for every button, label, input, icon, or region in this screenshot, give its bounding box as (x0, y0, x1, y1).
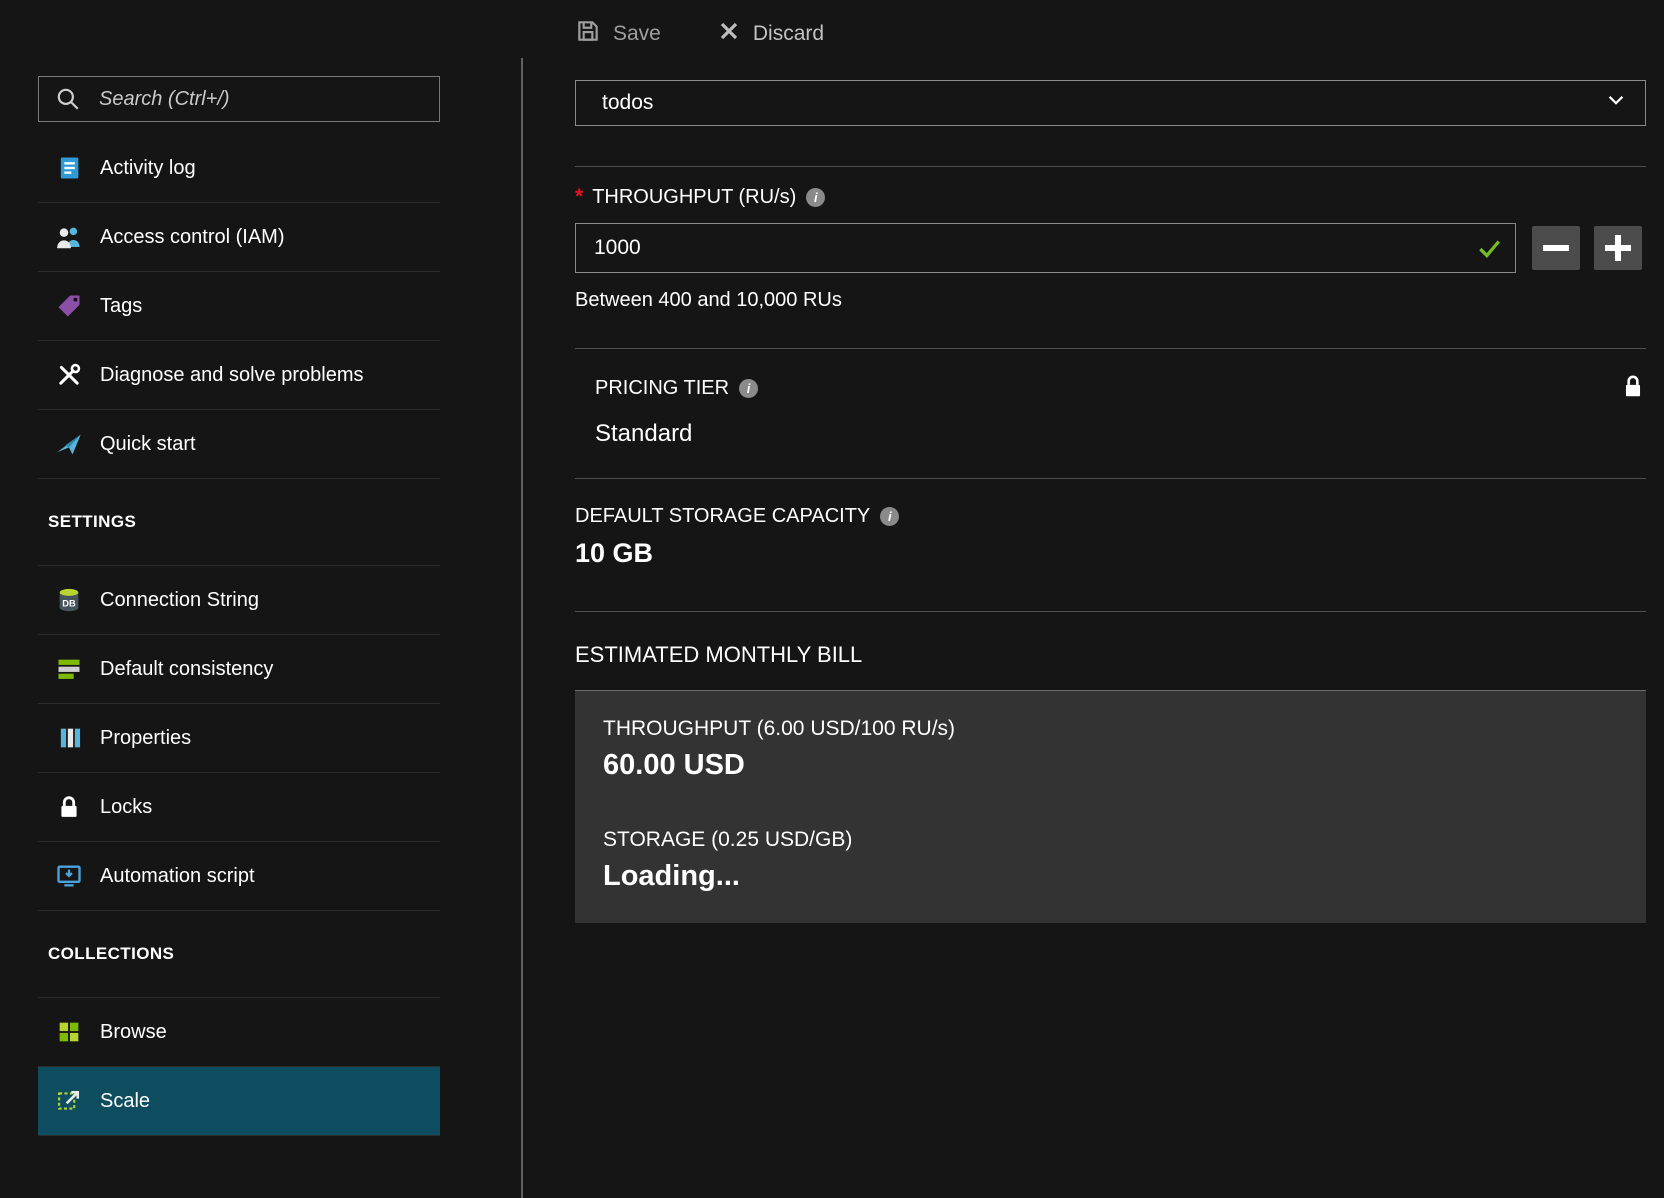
estimated-bill-title: ESTIMATED MONTHLY BILL (575, 642, 1646, 668)
sidebar: Activity log Access control (IAM) Tags D… (0, 0, 490, 1198)
activity-log-icon (52, 154, 86, 182)
search-input[interactable] (97, 87, 427, 112)
collection-dropdown[interactable]: todos (575, 80, 1646, 126)
discard-label: Discard (753, 22, 824, 46)
automation-script-icon (52, 862, 86, 890)
bill-storage-value: Loading... (603, 860, 1618, 893)
sidebar-item-label: Locks (100, 796, 152, 819)
info-icon[interactable] (880, 507, 899, 526)
sidebar-item-connection-string[interactable]: DB Connection String (38, 566, 440, 635)
sidebar-item-label: Scale (100, 1090, 150, 1113)
throughput-helper-text: Between 400 and 10,000 RUs (575, 289, 1646, 312)
valid-checkmark-icon (1476, 235, 1502, 266)
sidebar-item-access-control[interactable]: Access control (IAM) (38, 203, 440, 272)
default-consistency-icon (52, 655, 86, 683)
discard-icon (717, 19, 741, 49)
storage-capacity-value: 10 GB (575, 538, 1646, 569)
sidebar-item-diagnose[interactable]: Diagnose and solve problems (38, 341, 440, 410)
sidebar-item-label: Connection String (100, 589, 259, 612)
sidebar-item-tags[interactable]: Tags (38, 272, 440, 341)
search-box[interactable] (38, 76, 440, 122)
command-bar: Save Discard (575, 0, 1646, 62)
diagnose-icon (52, 361, 86, 389)
sidebar-item-automation-script[interactable]: Automation script (38, 842, 440, 911)
storage-capacity-row: DEFAULT STORAGE CAPACITY (575, 505, 1646, 528)
info-icon[interactable] (806, 188, 825, 207)
quick-start-icon (52, 430, 86, 458)
sidebar-item-label: Automation script (100, 865, 255, 888)
estimated-bill-panel: THROUGHPUT (6.00 USD/100 RU/s) 60.00 USD… (575, 690, 1646, 923)
scale-blade-content: Save Discard todos * THROUGHPUT (RU/s) (575, 0, 1646, 923)
pane-splitter[interactable] (521, 58, 523, 1198)
sidebar-item-label: Access control (IAM) (100, 226, 284, 249)
sidebar-item-default-consistency[interactable]: Default consistency (38, 635, 440, 704)
divider (575, 166, 1646, 167)
sidebar-item-quick-start[interactable]: Quick start (38, 410, 440, 479)
sidebar-item-label: Quick start (100, 433, 196, 456)
sidebar-item-scale[interactable]: Scale (38, 1067, 440, 1136)
sidebar-section-collections: COLLECTIONS (38, 911, 440, 998)
collection-dropdown-value: todos (602, 91, 653, 115)
divider (575, 478, 1646, 479)
connection-string-icon: DB (52, 586, 86, 614)
properties-icon (52, 724, 86, 752)
sidebar-item-label: Activity log (100, 157, 196, 180)
sidebar-item-label: Properties (100, 727, 191, 750)
bill-throughput-value: 60.00 USD (603, 749, 1618, 782)
save-button[interactable]: Save (575, 18, 661, 50)
decrease-throughput-button[interactable] (1532, 226, 1580, 270)
sidebar-item-locks[interactable]: Locks (38, 773, 440, 842)
browse-icon (52, 1018, 86, 1046)
sidebar-item-label: Default consistency (100, 658, 273, 681)
access-control-icon (52, 222, 86, 252)
sidebar-item-label: Diagnose and solve problems (100, 364, 364, 387)
pricing-tier-value: Standard (575, 420, 1646, 448)
throughput-input-row (575, 223, 1646, 273)
save-label: Save (613, 22, 661, 46)
locks-icon (52, 793, 86, 821)
scale-icon (52, 1087, 86, 1115)
bill-storage-label: STORAGE (0.25 USD/GB) (603, 828, 1618, 852)
sidebar-item-label: Browse (100, 1021, 167, 1044)
bill-throughput-label: THROUGHPUT (6.00 USD/100 RU/s) (603, 717, 1618, 741)
sidebar-item-label: Tags (100, 295, 142, 318)
search-icon (51, 86, 85, 112)
pricing-tier-row: PRICING TIER (575, 371, 1646, 406)
divider (575, 611, 1646, 612)
svg-text:DB: DB (62, 598, 76, 608)
storage-capacity-label: DEFAULT STORAGE CAPACITY (575, 505, 870, 528)
sidebar-item-properties[interactable]: Properties (38, 704, 440, 773)
discard-button[interactable]: Discard (717, 19, 824, 49)
info-icon[interactable] (739, 379, 758, 398)
locked-icon (1620, 371, 1646, 406)
divider (575, 348, 1646, 349)
increase-throughput-button[interactable] (1594, 226, 1642, 270)
tags-icon (52, 292, 86, 320)
sidebar-section-settings: SETTINGS (38, 479, 440, 566)
save-icon (575, 18, 601, 50)
chevron-down-icon (1605, 89, 1627, 117)
sidebar-nav: Activity log Access control (IAM) Tags D… (38, 134, 440, 1136)
throughput-input-wrap (575, 223, 1516, 273)
throughput-label: THROUGHPUT (RU/s) (592, 186, 796, 209)
throughput-label-row: * THROUGHPUT (RU/s) (575, 185, 1646, 209)
azure-portal-blade: Activity log Access control (IAM) Tags D… (0, 0, 1664, 1198)
sidebar-item-browse[interactable]: Browse (38, 998, 440, 1067)
required-marker: * (575, 185, 583, 209)
throughput-input[interactable] (575, 223, 1516, 273)
pricing-tier-label: PRICING TIER (595, 377, 729, 400)
sidebar-item-activity-log[interactable]: Activity log (38, 134, 440, 203)
